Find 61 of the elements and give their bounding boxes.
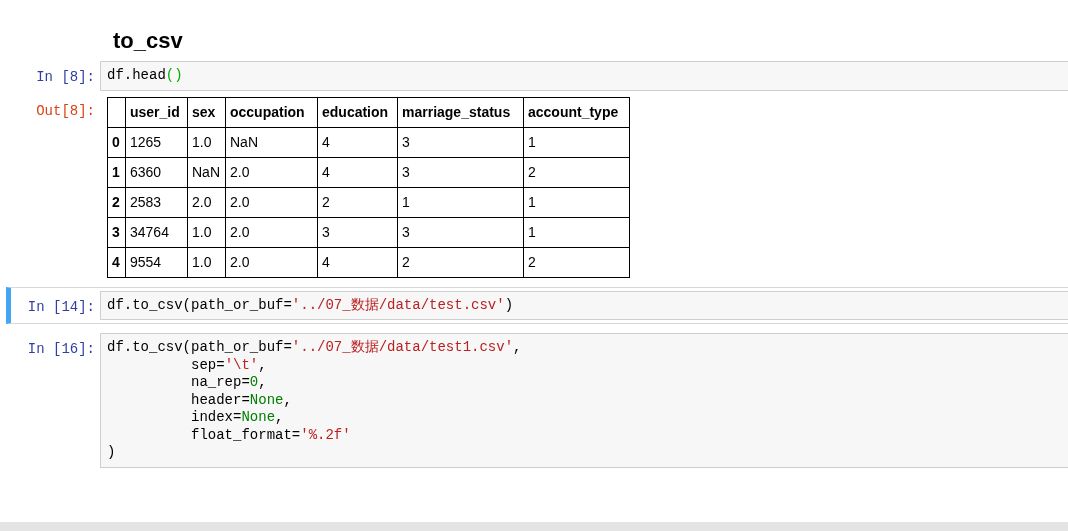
table-cell: 3 — [402, 223, 410, 240]
code-editor[interactable]: df.head() — [100, 61, 1068, 91]
input-prompt: In [16]: — [27, 341, 95, 357]
table-cell: 1.0 — [192, 253, 212, 270]
code-line: df.to_csv(path_or_buf='../07_数据/data/test.csv') — [107, 296, 515, 314]
section-heading: to_csv — [112, 27, 184, 54]
row-index: 4 — [112, 253, 120, 270]
column-header: sex — [192, 103, 216, 120]
column-header: user_id — [130, 103, 180, 120]
table-cell: 34764 — [130, 223, 169, 240]
table-cell: 1 — [528, 193, 536, 210]
table-cell: 2.0 — [230, 163, 250, 180]
table-cell: NaN — [230, 133, 258, 150]
notebook-cell[interactable]: In [16]: df.to_csv(path_or_buf='../07_数据/data/test1.csv', sep='\t', na_rep=0, header=None, index=None, float_format='%.2f' ) — [6, 330, 1068, 471]
row-index: 2 — [112, 193, 120, 210]
table-cell: 2.0 — [230, 193, 250, 210]
table-cell: 3 — [322, 223, 330, 240]
table-cell: 4 — [322, 253, 330, 270]
code-line: ) — [107, 444, 117, 462]
table-cell: 2 — [322, 193, 330, 210]
input-prompt: In [14]: — [27, 298, 95, 315]
table-cell: 2583 — [130, 193, 162, 210]
code-line: sep='\t', — [190, 356, 268, 374]
table-cell: 2.0 — [230, 253, 250, 270]
table-cell: 9554 — [130, 253, 162, 270]
table-cell: NaN — [192, 163, 220, 180]
table-cell: 1 — [528, 133, 536, 150]
table-cell: 2 — [402, 253, 410, 270]
column-header: occupation — [230, 103, 305, 120]
code-line: index=None, — [190, 409, 285, 427]
row-index: 3 — [112, 223, 120, 240]
code-editor[interactable]: df.to_csv(path_or_buf='../07_数据/data/test.csv') — [100, 290, 1068, 320]
table-cell: 4 — [322, 133, 330, 150]
table-cell: 2 — [528, 253, 536, 270]
table-cell: 1265 — [130, 133, 162, 150]
column-header: account_type — [528, 103, 619, 120]
table-cell: 2 — [528, 163, 536, 180]
table-cell: 1 — [402, 193, 410, 210]
code-editor[interactable]: df.to_csv(path_or_buf='../07_数据/data/test1.csv', sep='\t', na_rep=0, header=None, index=None, float_format='%.2f' ) — [100, 333, 1068, 468]
input-prompt: In [8]: — [36, 69, 95, 85]
table-cell: 2.0 — [230, 223, 250, 240]
code-line: na_rep=0, — [190, 374, 268, 392]
code-line: header=None, — [190, 391, 293, 409]
column-header: marriage_status — [402, 103, 511, 120]
row-index: 1 — [112, 163, 120, 180]
table-cell: 3 — [402, 163, 410, 180]
table-cell: 3 — [402, 133, 410, 150]
row-index: 0 — [112, 133, 120, 150]
notebook-cell[interactable]: In [8]: df.head() Out[8]: user_id sex occupation education marriage_status account_type 0 1265 1.0 NaN 4 3 1 1 6360 NaN 2.0 4 3 2 2 2583 2.0 2.0 2 1 1 3 34764 1.0 2.0 3 3 1 4 9554 1.0 2.0 4 2 2 — [6, 58, 1068, 281]
code-line: float_format='%.2f' — [190, 426, 352, 444]
notebook-cell[interactable]: In [14]: df.to_csv(path_or_buf='../07_数据/data/test.csv') — [6, 286, 1068, 324]
table-cell: 2.0 — [192, 193, 212, 210]
code-line: df.to_csv(path_or_buf='../07_数据/data/test1.csv', — [107, 339, 523, 357]
table-cell: 6360 — [130, 163, 162, 180]
table-cell: 1.0 — [192, 223, 212, 240]
table-cell: 4 — [322, 163, 330, 180]
output-prompt: Out[8]: — [36, 102, 95, 119]
table-cell: 1.0 — [192, 133, 212, 150]
table-cell: 1 — [528, 223, 536, 240]
code-line: df.head() — [107, 67, 184, 85]
column-header: education — [322, 103, 389, 120]
